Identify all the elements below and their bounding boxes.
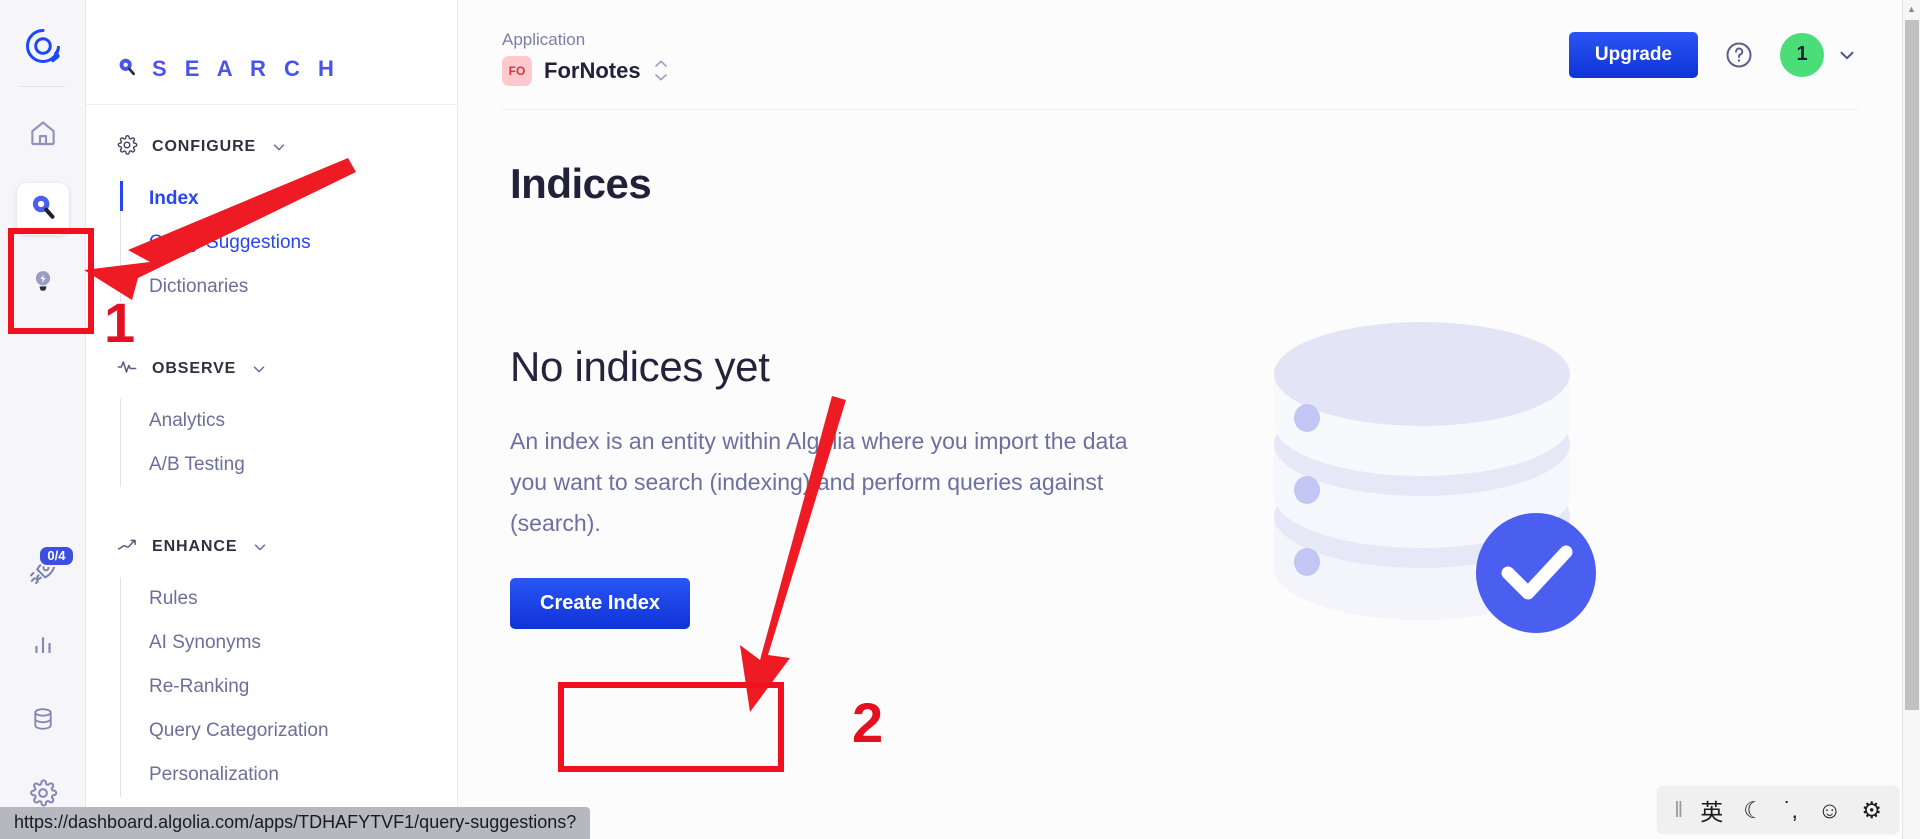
chevron-down-icon[interactable] xyxy=(270,138,288,156)
scrollbar-thumb[interactable] xyxy=(1905,20,1919,710)
application-selector[interactable]: Application FO ForNotes xyxy=(502,24,669,86)
ime-settings-icon[interactable]: ⚙ xyxy=(1861,797,1882,824)
create-index-button[interactable]: Create Index xyxy=(510,577,691,629)
empty-state-body: An index is an entity within Algolia whe… xyxy=(510,427,1128,536)
database-stack-with-check-illustration xyxy=(1250,318,1610,653)
nav-items-enhance: Rules AI Synonyms Re-Ranking Query Categ… xyxy=(120,577,457,797)
scroll-up-arrow-icon[interactable]: ▲ xyxy=(1903,0,1920,18)
rail-divider xyxy=(20,86,65,87)
nav-group-header-enhance[interactable]: ENHANCE xyxy=(86,531,457,563)
top-bar: Application FO ForNotes Upgrade 1 xyxy=(502,0,1858,110)
annotation-box-1 xyxy=(8,228,94,334)
annotation-box-2 xyxy=(558,682,784,772)
page-title: Indices xyxy=(510,160,652,207)
sidebar-item-query-suggestions[interactable]: Query Suggestions xyxy=(121,221,457,265)
nav-group-configure: CONFIGURE Index Query Suggestions Dictio… xyxy=(86,131,457,309)
pulse-icon xyxy=(116,356,138,383)
nav-group-enhance: ENHANCE Rules AI Synonyms Re-Ranking Que… xyxy=(86,531,457,797)
sidebar-brand-label: S E A R C H xyxy=(152,56,340,81)
sidebar-item-ai-synonyms[interactable]: AI Synonyms xyxy=(121,621,457,665)
empty-state-heading: No indices yet xyxy=(510,342,770,390)
rail-item-home[interactable] xyxy=(17,109,69,161)
application-name: ForNotes xyxy=(544,57,641,83)
chevron-down-icon xyxy=(1836,44,1858,66)
algolia-logo[interactable] xyxy=(21,24,65,68)
question-circle-icon[interactable] xyxy=(1724,40,1754,70)
empty-state: No indices yet An index is an entity wit… xyxy=(510,318,1902,653)
sidebar-brand: S E A R C H xyxy=(86,0,457,104)
browser-viewport: 0/4 S E A R C H CONFIGURE Index Query Su… xyxy=(0,0,1920,839)
chevron-down-icon[interactable] xyxy=(251,538,269,556)
ime-toolbar: ‖ 英 ☾ ˙, ☺ ⚙ xyxy=(1658,787,1898,833)
avatar: 1 xyxy=(1780,32,1824,77)
sidebar-item-ab-testing[interactable]: A/B Testing xyxy=(121,443,457,487)
application-switch-icon[interactable] xyxy=(653,59,669,82)
sidebar-item-personalization[interactable]: Personalization xyxy=(121,753,457,797)
ime-language-toggle[interactable]: 英 xyxy=(1700,793,1723,827)
ime-punctuation-icon[interactable]: ˙, xyxy=(1784,797,1798,824)
rail-item-onboarding[interactable]: 0/4 xyxy=(17,544,75,599)
sidebar-item-index[interactable]: Index xyxy=(120,177,457,221)
sidebar-divider xyxy=(86,104,457,105)
application-row: FO ForNotes xyxy=(502,55,669,86)
left-icon-rail: 0/4 xyxy=(0,0,86,839)
user-menu[interactable]: 1 xyxy=(1780,32,1858,77)
sidebar-item-dictionaries[interactable]: Dictionaries xyxy=(121,265,457,309)
sidebar-item-re-ranking[interactable]: Re-Ranking xyxy=(121,665,457,709)
empty-state-text-block: No indices yet An index is an entity wit… xyxy=(510,343,1150,629)
application-label: Application xyxy=(502,29,586,49)
nav-items-observe: Analytics A/B Testing xyxy=(120,399,457,487)
ime-moon-icon[interactable]: ☾ xyxy=(1743,797,1764,824)
search-sidebar: S E A R C H CONFIGURE Index Query Sugges… xyxy=(86,0,458,839)
nav-group-observe: OBSERVE Analytics A/B Testing xyxy=(86,353,457,487)
trend-up-icon xyxy=(116,534,138,561)
ime-drag-handle[interactable]: ‖ xyxy=(1674,797,1683,823)
search-icon xyxy=(116,56,138,83)
sidebar-item-analytics[interactable]: Analytics xyxy=(121,399,457,443)
database-icon xyxy=(29,705,57,738)
application-initials-badge: FO xyxy=(502,55,532,86)
nav-group-label: ENHANCE xyxy=(152,538,238,555)
vertical-scrollbar[interactable]: ▲ xyxy=(1902,0,1920,839)
chevron-down-icon[interactable] xyxy=(250,360,268,378)
rail-item-analytics[interactable] xyxy=(17,621,69,673)
rail-bottom-group: 0/4 xyxy=(17,525,75,839)
status-bar-url: https://dashboard.algolia.com/apps/TDHAF… xyxy=(0,807,591,839)
annotation-step-2: 2 xyxy=(850,690,884,756)
rail-item-data-sources[interactable] xyxy=(17,695,69,747)
nav-group-label: CONFIGURE xyxy=(152,138,257,155)
home-icon xyxy=(28,118,58,153)
sidebar-item-query-categorization[interactable]: Query Categorization xyxy=(121,709,457,753)
gear-icon xyxy=(116,134,138,161)
search-icon xyxy=(28,192,58,227)
upgrade-button[interactable]: Upgrade xyxy=(1568,31,1698,78)
ime-emoji-icon[interactable]: ☺ xyxy=(1818,797,1841,824)
nav-items-configure: Index Query Suggestions Dictionaries xyxy=(120,177,457,309)
rocket-icon: 0/4 xyxy=(27,544,75,592)
nav-group-label: OBSERVE xyxy=(152,360,237,377)
annotation-step-1: 1 xyxy=(102,290,136,356)
nav-group-header-observe[interactable]: OBSERVE xyxy=(86,353,457,385)
top-bar-actions: Upgrade 1 xyxy=(1568,31,1858,78)
nav-group-header-configure[interactable]: CONFIGURE xyxy=(86,131,457,163)
sidebar-item-rules[interactable]: Rules xyxy=(121,577,457,621)
bar-chart-icon xyxy=(29,631,57,664)
onboarding-progress-badge: 0/4 xyxy=(38,544,75,567)
